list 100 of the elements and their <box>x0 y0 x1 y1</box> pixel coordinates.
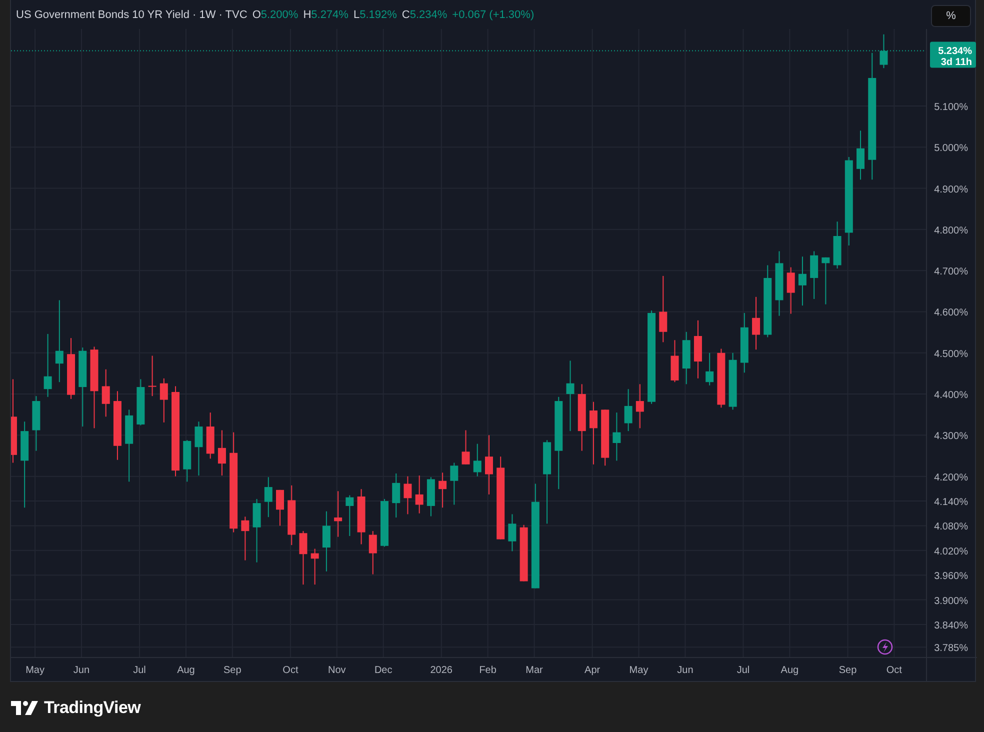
ohlc-label: L <box>353 8 360 20</box>
candlestick <box>310 548 319 586</box>
price-axis-label: 4.600% <box>934 308 968 319</box>
price-axis-label: 4.140% <box>934 497 968 508</box>
candlestick <box>438 472 447 508</box>
candlestick <box>322 510 330 572</box>
candlestick <box>415 475 424 514</box>
candlestick <box>775 250 784 316</box>
candlestick <box>880 34 888 69</box>
candlestick <box>160 378 168 423</box>
candlestick <box>67 338 76 400</box>
price-axis-label: 4.020% <box>934 546 968 558</box>
percent-scale-button[interactable]: % <box>931 4 971 26</box>
candlestick <box>299 530 308 586</box>
price-axis-label: 4.800% <box>934 225 968 236</box>
candlestick <box>288 484 296 546</box>
candlestick <box>706 352 714 386</box>
candlestick <box>404 476 412 515</box>
time-axis-label: Sep <box>838 665 857 676</box>
candlestick <box>624 388 632 432</box>
candlestick <box>508 514 516 552</box>
candlestick <box>752 296 760 350</box>
price-change: +0.067 (+1.30%) <box>452 8 534 20</box>
price-axis-label: 4.700% <box>934 266 968 278</box>
candlestick <box>473 443 482 477</box>
candlestick <box>856 130 865 180</box>
candlestick <box>357 488 366 545</box>
symbol-title: US Government Bonds 10 YR Yield · 1W · TVC <box>16 8 248 20</box>
ohlc-value: 5.234% <box>410 8 448 20</box>
candlestick <box>218 430 226 476</box>
time-axis-label: Jul <box>736 665 750 676</box>
time-axis-label: Dec <box>374 665 392 676</box>
time-axis-label: Nov <box>328 665 346 676</box>
candlestick <box>32 396 40 452</box>
candlestick <box>252 498 261 563</box>
candlestick <box>264 476 272 518</box>
price-axis-label: 3.840% <box>934 620 968 632</box>
candlestick <box>346 494 354 536</box>
ohlc-label: C <box>402 8 410 20</box>
price-axis-label: 4.500% <box>934 348 968 360</box>
ohlc-label: O <box>252 8 261 20</box>
price-axis-label: 3.900% <box>934 596 968 607</box>
time-axis-label: 2026 <box>430 665 453 676</box>
candlestick <box>810 250 818 300</box>
candlestick <box>183 440 192 482</box>
time-axis-label: Apr <box>584 665 600 676</box>
brand-name: TradingView <box>44 698 141 718</box>
candlestick <box>589 401 598 465</box>
candlestick <box>148 355 156 397</box>
time-axis-label: Oct <box>282 665 298 676</box>
price-axis-label: 4.080% <box>934 522 968 533</box>
price-axis-label: 4.400% <box>934 390 968 402</box>
candlestick <box>728 352 737 410</box>
price-axis-label: 4.900% <box>934 184 968 196</box>
candlestick <box>276 489 284 526</box>
candlestick <box>786 266 795 314</box>
candlestick <box>241 516 250 561</box>
candlestick <box>601 409 610 466</box>
lightning-icon <box>877 639 893 655</box>
time-axis-label: Jun <box>677 665 694 676</box>
time-axis-label: Oct <box>886 665 902 676</box>
price-axis-label: 5.100% <box>934 102 968 113</box>
price-axis-label: 3.785% <box>934 643 968 654</box>
candlestick <box>368 530 377 575</box>
price-axis-label: 4.300% <box>934 431 968 442</box>
candlestick <box>682 331 690 385</box>
candlestick <box>113 390 122 460</box>
price-axis-label: 4.200% <box>934 472 968 484</box>
candlestick <box>334 490 342 538</box>
time-axis-label: May <box>629 665 648 676</box>
logo-icon <box>11 701 38 715</box>
last-price-label: 5.234% 3d 11h <box>930 42 976 68</box>
time-axis-label: Feb <box>479 665 496 676</box>
time-axis-label: Aug <box>780 665 799 676</box>
candlestick <box>694 320 702 379</box>
candlestick <box>659 275 668 343</box>
ohlc-value: 5.192% <box>360 8 397 20</box>
candlestick <box>566 360 574 432</box>
candlestick <box>44 333 52 398</box>
candlestick <box>612 412 621 462</box>
candlestick <box>136 378 145 426</box>
candlestick <box>670 340 679 383</box>
price-axis-label: 5.000% <box>934 143 968 154</box>
time-axis-label: Aug <box>177 665 195 676</box>
price-axis-label: 3.960% <box>934 571 968 582</box>
candlestick <box>206 412 214 460</box>
candlestick <box>740 312 748 374</box>
candlestick <box>485 434 493 495</box>
candlestick <box>578 384 586 452</box>
candlestick <box>194 421 203 476</box>
time-axis-label: Jul <box>133 665 146 676</box>
candlestick <box>798 256 806 306</box>
candlestick <box>717 348 726 408</box>
candlestick <box>426 476 435 517</box>
candlestick <box>636 384 644 429</box>
time-axis-label: Sep <box>224 665 242 676</box>
time-axis-label: Jun <box>73 665 90 676</box>
ohlc-label: H <box>303 8 312 20</box>
time-axis-label: Mar <box>526 665 543 676</box>
candlestick <box>462 430 470 465</box>
